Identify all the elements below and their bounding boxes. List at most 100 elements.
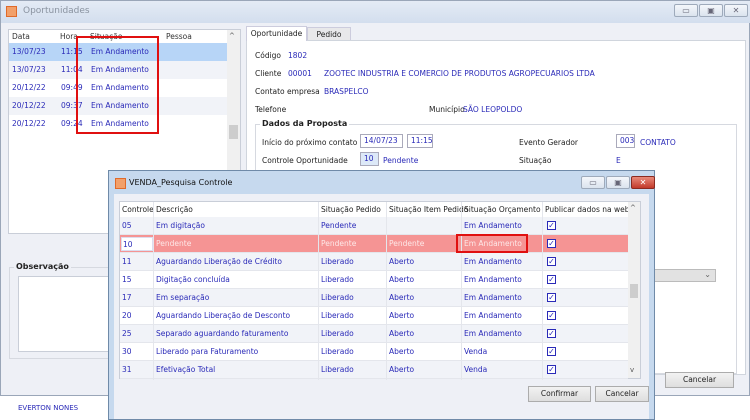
row-controle: 20 — [122, 311, 132, 320]
grid-row[interactable]: 31 Efetivação Total Liberado Aberto Venda ✓ — [120, 361, 628, 379]
cliente-name: ZOOTEC INDUSTRIA E COMERCIO DE PRODUTOS … — [324, 69, 595, 78]
row-situacao-item: Aberto — [389, 347, 415, 356]
main-cancel-button[interactable]: Cancelar — [665, 372, 734, 388]
evento-value: CONTATO — [640, 138, 676, 147]
minimize-button[interactable]: ▭ — [674, 4, 698, 17]
row-situacao-item: Aberto — [389, 365, 415, 374]
title-bar: Oportunidades ▭ ▣ ✕ — [1, 1, 750, 23]
publicar-web-checkbox[interactable]: ✓ — [547, 239, 556, 248]
grid-row[interactable]: 15 Digitação concluída Liberado Aberto Em An… — [120, 271, 628, 289]
col-pessoa[interactable]: Pessoa — [166, 30, 192, 43]
evento-code-input[interactable]: 003 — [616, 134, 635, 148]
row-controle: 30 — [122, 347, 132, 356]
grid-row[interactable]: 11 Aguardando Liberação de Crédito Liberad… — [120, 253, 628, 271]
row-situacao-item: Aberto — [389, 293, 415, 302]
row-situacao-orcamento: Em Andamento — [464, 275, 522, 284]
controle-code-input[interactable]: 10 — [360, 152, 379, 166]
col-situacao-item-pedido[interactable]: Situação Item Pedido — [389, 202, 468, 217]
dialog-cancel-button[interactable]: Cancelar — [595, 386, 649, 402]
publicar-web-checkbox[interactable]: ✓ — [547, 311, 556, 320]
inicio-date-input[interactable]: 14/07/23 — [360, 134, 403, 148]
col-descricao[interactable]: Descrição — [156, 202, 193, 217]
publicar-web-checkbox[interactable]: ✓ — [547, 275, 556, 284]
row-controle: 11 — [122, 257, 132, 266]
confirm-button[interactable]: Confirmar — [528, 386, 591, 402]
row-situacao-pedido: Liberado — [321, 365, 354, 374]
scroll-up-icon[interactable]: ^ — [630, 204, 636, 212]
bottom-user-name: EVERTON NONES — [18, 404, 79, 412]
row-descricao: Aguardando Liberação de Crédito — [156, 257, 282, 266]
grid-scrollbar[interactable]: ^ v — [628, 202, 640, 378]
row-situacao-orcamento: Venda — [464, 347, 488, 356]
row-descricao: Em separação — [156, 293, 210, 302]
dialog-minimize-button[interactable]: ▭ — [581, 176, 605, 189]
app-icon — [6, 6, 17, 17]
col-publicar-web[interactable]: Publicar dados na web — [545, 202, 630, 217]
dialog-title: VENDA_Pesquisa Controle — [129, 178, 233, 187]
publicar-web-checkbox[interactable]: ✓ — [547, 293, 556, 302]
grid-row[interactable]: 17 Em separação Liberado Aberto Em Andamento… — [120, 289, 628, 307]
row-data: 20/12/22 — [12, 101, 46, 110]
scroll-up-icon[interactable]: ^ — [229, 32, 235, 40]
publicar-web-checkbox[interactable]: ✓ — [547, 329, 556, 338]
dados-proposta-title: Dados da Proposta — [260, 119, 350, 128]
row-situacao-pedido: Liberado — [321, 257, 354, 266]
row-descricao: Pendente — [156, 239, 192, 248]
telefone-label: Telefone — [255, 105, 287, 114]
scroll-down-icon[interactable]: v — [630, 366, 634, 374]
row-controle: 05 — [122, 221, 132, 230]
row-situacao-item: Aberto — [389, 257, 415, 266]
row-controle[interactable]: 10 — [121, 237, 153, 251]
row-situacao-item: Aberto — [389, 275, 415, 284]
row-situacao-orcamento: Em Andamento — [464, 293, 522, 302]
grid-row[interactable]: 25 Separado aguardando faturamento Liberad… — [120, 325, 628, 343]
grid-row[interactable]: 20 Aguardando Liberação de Desconto Libera… — [120, 307, 628, 325]
col-controle[interactable]: Controle — [122, 202, 154, 217]
pesquisa-controle-dialog: VENDA_Pesquisa Controle ▭ ▣ ✕ Controle D… — [108, 170, 655, 420]
col-data[interactable]: Data — [12, 30, 30, 43]
row-situacao-pedido: Pendente — [321, 239, 357, 248]
row-situacao-orcamento: Em Andamento — [464, 311, 522, 320]
publicar-web-checkbox[interactable]: ✓ — [547, 365, 556, 374]
contato-value: BRASPELCO — [324, 87, 369, 96]
annotation-box — [456, 234, 528, 253]
evento-label: Evento Gerador — [519, 138, 578, 147]
grid-row[interactable]: 10 Pendente Pendente Pendente Em Andamento ✓ — [120, 235, 628, 253]
row-situacao-orcamento: Em Andamento — [464, 221, 522, 230]
maximize-button[interactable]: ▣ — [699, 4, 723, 17]
scroll-thumb[interactable] — [229, 125, 238, 139]
municipio-value: SÃO LEOPOLDO — [463, 105, 523, 114]
codigo-label: Código — [255, 51, 282, 60]
row-data: 20/12/22 — [12, 119, 46, 128]
publicar-web-checkbox[interactable]: ✓ — [547, 221, 556, 230]
situacao-label: Situação — [519, 156, 552, 165]
contato-label: Contato empresa — [255, 87, 320, 96]
row-situacao-item: Pendente — [389, 239, 425, 248]
window-title: Oportunidades — [23, 6, 90, 16]
row-situacao-item: Aberto — [389, 329, 415, 338]
row-situacao-pedido: Liberado — [321, 311, 354, 320]
tab-oportunidade[interactable]: Oportunidade — [246, 26, 307, 41]
dialog-maximize-button[interactable]: ▣ — [606, 176, 630, 189]
close-button[interactable]: ✕ — [724, 4, 748, 17]
municipio-label: Município — [429, 105, 465, 114]
publicar-web-checkbox[interactable]: ✓ — [547, 257, 556, 266]
inicio-label: Início do próximo contato — [262, 138, 358, 147]
situacao-value: E — [616, 156, 621, 165]
col-situacao-orcamento[interactable]: Situação Orçamento — [464, 202, 541, 217]
grid-row[interactable]: 30 Liberado para Faturamento Liberado Abert… — [120, 343, 628, 361]
row-situacao-pedido: Liberado — [321, 275, 354, 284]
dropdown-chevron-down-icon[interactable]: ⌄ — [654, 269, 716, 282]
row-situacao-pedido: Pendente — [321, 221, 357, 230]
row-descricao: Efetivação Total — [156, 365, 216, 374]
row-controle: 31 — [122, 365, 132, 374]
col-situacao-pedido[interactable]: Situação Pedido — [321, 202, 381, 217]
dialog-close-button[interactable]: ✕ — [631, 176, 655, 189]
controle-grid[interactable]: Controle Descrição Situação Pedido Situa… — [119, 201, 641, 380]
scroll-thumb[interactable] — [630, 284, 638, 298]
publicar-web-checkbox[interactable]: ✓ — [547, 347, 556, 356]
inicio-time-input[interactable]: 11:15 — [407, 134, 433, 148]
grid-row[interactable]: 05 Em digitação Pendente Em Andamento ✓ — [120, 217, 628, 235]
row-controle: 25 — [122, 329, 132, 338]
controle-label: Controle Oportunidade — [262, 156, 348, 165]
